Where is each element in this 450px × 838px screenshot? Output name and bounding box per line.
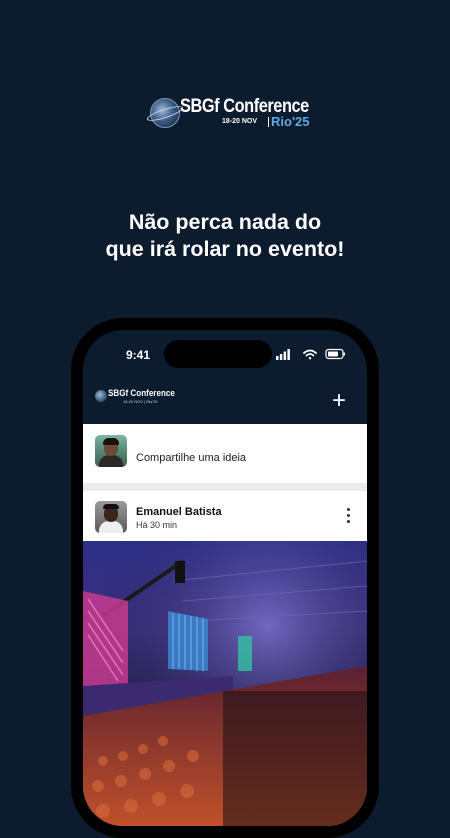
status-icons bbox=[276, 348, 345, 360]
conference-logo: SBGf Conference 18-20 NOV Rio'25 bbox=[150, 96, 310, 132]
post-time: Há 30 min bbox=[136, 520, 178, 530]
post-composer[interactable]: Compartilhe uma ideia bbox=[83, 424, 367, 484]
globe-icon bbox=[150, 98, 180, 128]
dynamic-island bbox=[164, 340, 272, 368]
logo-place: Rio'25 bbox=[271, 114, 310, 129]
phone-screen: 9:41 SBGf Conference 18-20 NOV | Rio'25 … bbox=[83, 330, 367, 826]
author-name[interactable]: Emanuel Batista bbox=[136, 506, 222, 518]
divider bbox=[83, 483, 367, 491]
avatar bbox=[95, 435, 127, 467]
headline: Não perca nada do que irá rolar no event… bbox=[0, 209, 450, 263]
phone-mockup: 9:41 SBGf Conference 18-20 NOV | Rio'25 … bbox=[71, 318, 379, 838]
add-post-button[interactable]: + bbox=[327, 389, 351, 414]
author-avatar[interactable] bbox=[95, 501, 127, 533]
app-header-logo[interactable]: SBGf Conference 18-20 NOV | Rio'25 bbox=[95, 388, 175, 408]
post-header: Emanuel Batista Há 30 min bbox=[83, 491, 367, 541]
app-logo-title: SBGf Conference bbox=[108, 388, 175, 399]
logo-dates: 18-20 NOV bbox=[222, 118, 258, 125]
headline-line-2: que irá rolar no evento! bbox=[105, 237, 345, 261]
more-options-icon[interactable] bbox=[345, 508, 351, 524]
feed: Compartilhe uma ideia Emanuel Batista Há… bbox=[83, 424, 367, 826]
headline-line-1: Não perca nada do bbox=[128, 210, 322, 234]
status-time: 9:41 bbox=[126, 348, 151, 362]
composer-placeholder[interactable]: Compartilhe uma ideia bbox=[136, 452, 246, 464]
battery-icon bbox=[325, 348, 345, 360]
signal-icon bbox=[276, 349, 290, 360]
logo-divider bbox=[268, 117, 269, 127]
wifi-icon bbox=[303, 349, 317, 360]
event-hall-photo bbox=[83, 541, 367, 826]
globe-icon bbox=[95, 390, 107, 402]
app-logo-sub: 18-20 NOV | Rio'25 bbox=[123, 399, 158, 404]
post-image[interactable] bbox=[83, 541, 367, 826]
